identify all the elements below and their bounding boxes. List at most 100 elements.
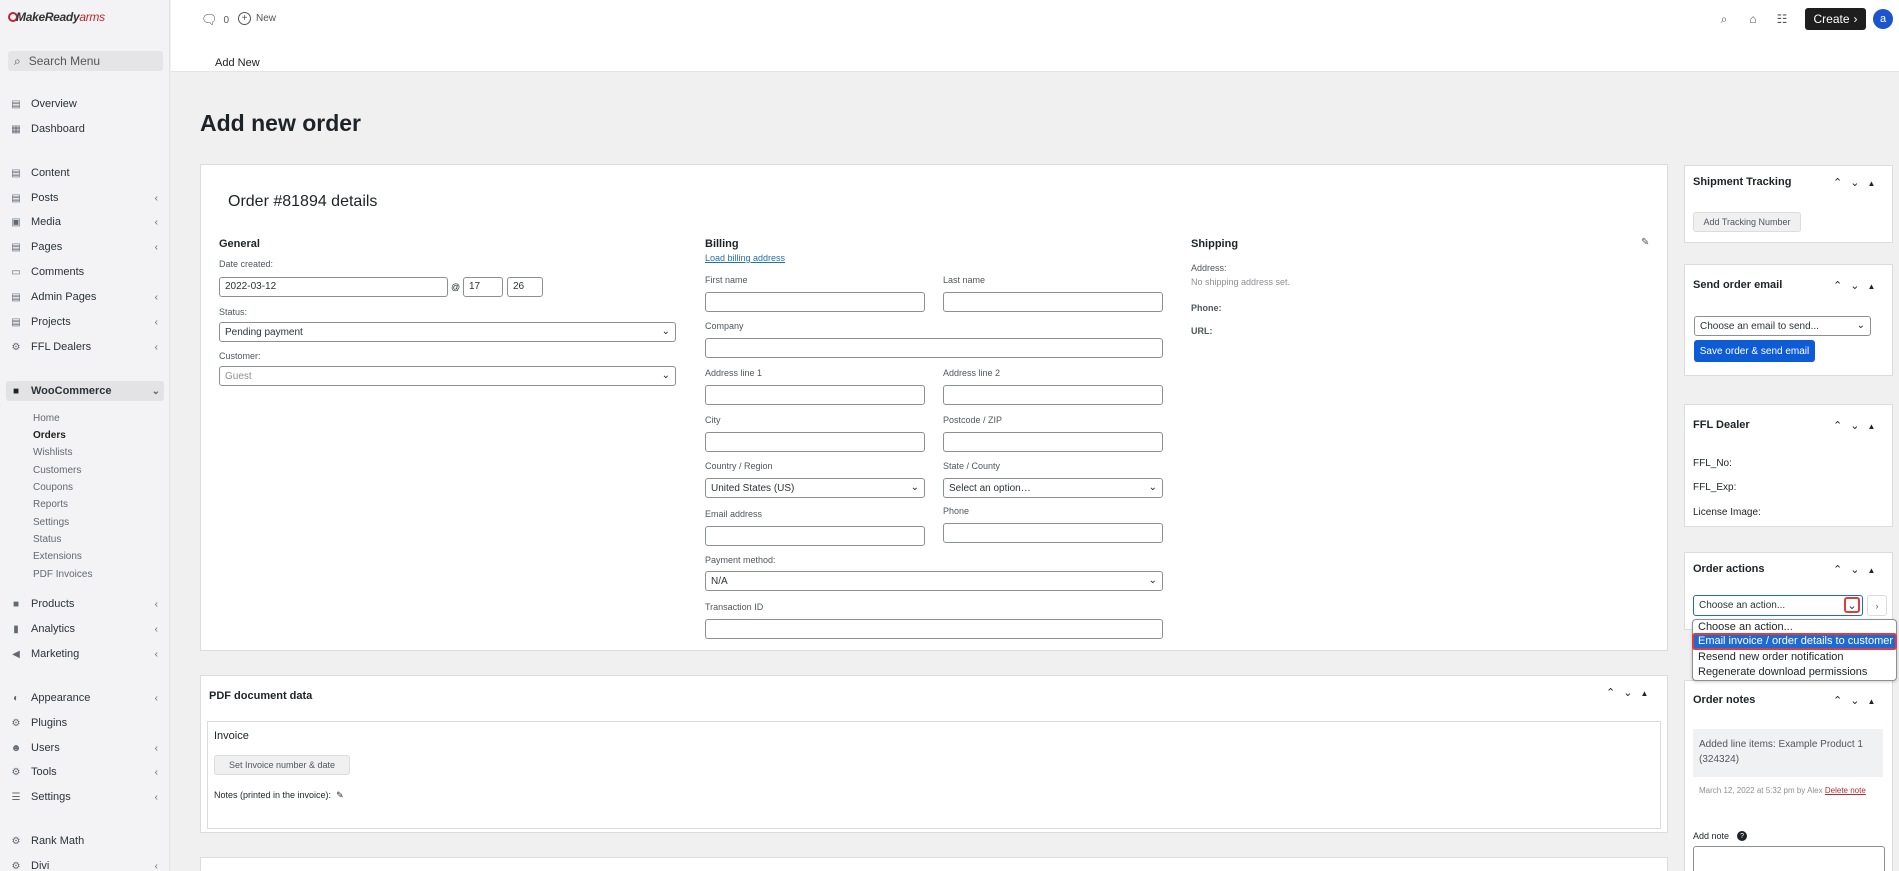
apply-action-button[interactable]: › (1867, 595, 1887, 616)
new-content-button[interactable]: + New (238, 12, 276, 25)
collapse-triangle-icon[interactable]: ▲ (1640, 689, 1648, 699)
postcode-input[interactable] (943, 432, 1163, 452)
sidebar-item-content[interactable]: ▤ Content (10, 165, 162, 181)
payment-method-select[interactable]: N/A ⌄ (705, 571, 1163, 591)
customer-select[interactable]: Guest ⌄ (219, 366, 676, 386)
collapse-triangle-icon[interactable]: ▲ (1867, 282, 1875, 292)
chevron-down-icon[interactable]: ⌄ (1850, 176, 1859, 189)
sidebar-item-users[interactable]: ☻ Users ‹ (10, 740, 162, 756)
save-send-email-button[interactable]: Save order & send email (1694, 340, 1815, 362)
sidebar-item-divi[interactable]: ⚙ Divi ‹ (10, 858, 162, 871)
ffl-exp-label: FFL_Exp: (1693, 482, 1737, 493)
add-tracking-number-button[interactable]: Add Tracking Number (1693, 212, 1801, 232)
set-invoice-number-button[interactable]: Set Invoice number & date (214, 755, 350, 775)
dropdown-option[interactable]: Choose an action... (1693, 620, 1896, 635)
delete-note-link[interactable]: Delete note (1825, 786, 1866, 795)
dropdown-option[interactable]: Resend new order notification (1693, 650, 1896, 665)
chevron-up-icon[interactable]: ⌃ (1833, 279, 1842, 292)
country-select[interactable]: United States (US) ⌄ (705, 478, 925, 498)
chevron-up-icon[interactable]: ⌃ (1833, 694, 1842, 707)
sidebar-item-marketing[interactable]: ◀ Marketing ‹ (10, 646, 162, 662)
dropdown-option[interactable]: Regenerate download permissions (1693, 665, 1896, 680)
load-billing-address-link[interactable]: Load billing address (705, 253, 785, 263)
submenu-item-status[interactable]: Status (33, 534, 61, 545)
chevron-up-icon[interactable]: ⌃ (1606, 686, 1615, 699)
hour-input[interactable]: 17 (463, 277, 503, 297)
company-input[interactable] (705, 338, 1163, 358)
minute-input[interactable]: 26 (507, 277, 543, 297)
submenu-item-customers[interactable]: Customers (33, 465, 81, 476)
comments-counter[interactable]: 🗨 0 (201, 12, 229, 28)
collapse-triangle-icon[interactable]: ▲ (1867, 179, 1875, 189)
create-button[interactable]: Create › (1805, 8, 1866, 30)
collapse-triangle-icon[interactable]: ▲ (1867, 566, 1875, 576)
sidebar-item-products[interactable]: ■ Products ‹ (10, 596, 162, 612)
address-line-2-input[interactable] (943, 385, 1163, 405)
add-new-tab[interactable]: Add New (215, 57, 260, 69)
submenu-item-reports[interactable]: Reports (33, 499, 68, 510)
email-input[interactable] (705, 526, 925, 546)
edit-pencil-icon[interactable]: ✎ (1641, 237, 1649, 248)
status-value: Pending payment (225, 327, 303, 338)
avatar[interactable]: a (1873, 9, 1893, 29)
sidebar-item-analytics[interactable]: ▮ Analytics ‹ (10, 621, 162, 637)
collapse-triangle-icon[interactable]: ▲ (1867, 422, 1875, 432)
chevron-down-icon[interactable]: ⌄ (1844, 597, 1860, 613)
city-input[interactable] (705, 432, 925, 452)
chevron-down-icon[interactable]: ⌄ (1623, 686, 1632, 699)
chevron-up-icon[interactable]: ⌃ (1833, 176, 1842, 189)
shipping-url-label: URL: (1191, 326, 1213, 336)
add-note-textarea[interactable] (1693, 846, 1885, 871)
sidebar-item-ffl-dealers[interactable]: ⚙ FFL Dealers ‹ (10, 339, 162, 355)
dropdown-option-selected[interactable]: Email invoice / order details to custome… (1692, 633, 1897, 650)
chevron-down-icon[interactable]: ⌄ (1850, 694, 1859, 707)
email-select[interactable]: Choose an email to send... ⌄ (1694, 316, 1871, 336)
sidebar-item-dashboard[interactable]: ▦ Dashboard (10, 121, 162, 137)
date-created-input[interactable]: 2022-03-12 (219, 277, 448, 297)
sidebar-item-overview[interactable]: ▤ Overview (10, 96, 162, 112)
submenu-item-home[interactable]: Home (33, 413, 60, 424)
company-label: Company (705, 321, 744, 331)
sidebar-item-tools[interactable]: ⚙ Tools ‹ (10, 764, 162, 780)
status-select[interactable]: Pending payment ⌄ (219, 322, 676, 342)
sliders-icon[interactable]: ☷ (1775, 12, 1789, 26)
chevron-down-icon[interactable]: ⌄ (1850, 279, 1859, 292)
submenu-item-settings[interactable]: Settings (33, 517, 69, 528)
sidebar-item-appearance[interactable]: ◐ Appearance ‹ (10, 690, 162, 706)
sidebar-item-comments[interactable]: ▭ Comments (10, 264, 162, 280)
address-line-1-input[interactable] (705, 385, 925, 405)
sidebar-item-pages[interactable]: ▤ Pages ‹ (10, 239, 162, 255)
sidebar-item-rank-math[interactable]: ⚙ Rank Math (10, 833, 162, 849)
transaction-id-input[interactable] (705, 619, 1163, 639)
chevron-up-icon[interactable]: ⌃ (1833, 419, 1842, 432)
submenu-item-coupons[interactable]: Coupons (33, 482, 73, 493)
sidebar-item-posts[interactable]: ▤ Posts ‹ (10, 190, 162, 206)
chevron-down-icon[interactable]: ⌄ (1850, 563, 1859, 576)
chevron-up-icon[interactable]: ⌃ (1833, 563, 1842, 576)
first-name-input[interactable] (705, 292, 925, 312)
search-menu-input[interactable]: ⌕ Search Menu (8, 51, 163, 71)
sidebar-item-projects[interactable]: ▤ Projects ‹ (10, 314, 162, 330)
help-icon[interactable]: ? (1737, 831, 1748, 841)
collapse-triangle-icon[interactable]: ▲ (1867, 697, 1875, 707)
site-logo[interactable]: MakeReadyarms (8, 10, 105, 24)
sidebar-item-woocommerce[interactable]: ■ WooCommerce ⌄ (6, 381, 164, 401)
sidebar-item-admin-pages[interactable]: ▤ Admin Pages ‹ (10, 289, 162, 305)
submenu-item-pdf-invoices[interactable]: PDF Invoices (33, 569, 92, 580)
last-name-input[interactable] (943, 292, 1163, 312)
sidebar-item-settings[interactable]: ☰ Settings ‹ (10, 789, 162, 805)
sidebar-item-media[interactable]: ▣ Media ‹ (10, 214, 162, 230)
edit-pencil-icon[interactable]: ✎ (336, 790, 344, 801)
order-action-select[interactable]: Choose an action... ⌄ (1693, 595, 1863, 616)
submenu-item-extensions[interactable]: Extensions (33, 551, 82, 562)
sidebar-item-label: Marketing (31, 648, 80, 660)
state-label: State / County (943, 461, 1001, 471)
phone-input[interactable] (943, 523, 1163, 543)
submenu-item-orders[interactable]: Orders (33, 430, 66, 441)
home-icon[interactable]: ⌂ (1746, 12, 1760, 26)
sidebar-item-plugins[interactable]: ⚙ Plugins (10, 715, 162, 731)
search-icon[interactable]: ⌕ (1717, 12, 1731, 26)
submenu-item-wishlists[interactable]: Wishlists (33, 447, 72, 458)
chevron-down-icon[interactable]: ⌄ (1850, 419, 1859, 432)
state-select[interactable]: Select an option… ⌄ (943, 478, 1163, 498)
